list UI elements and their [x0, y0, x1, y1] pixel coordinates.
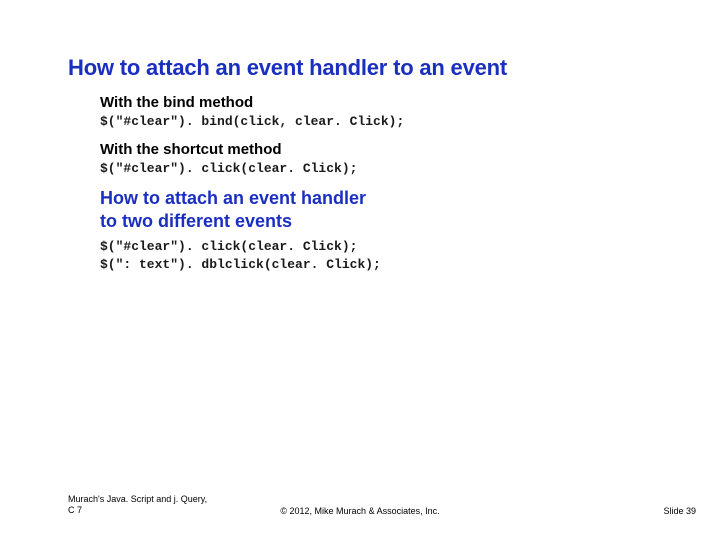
section-two-events-heading: How to attach an event handler to two di…: [100, 187, 660, 232]
code-bind-method: $("#clear"). bind(click, clear. Click);: [100, 113, 660, 131]
code-two-events-line2: $(": text"). dblclick(clear. Click);: [100, 257, 381, 272]
footer-left-line2: C 7: [68, 505, 82, 515]
footer-center: © 2012, Mike Murach & Associates, Inc.: [280, 506, 439, 516]
code-two-events: $("#clear"). click(clear. Click); $(": t…: [100, 238, 660, 273]
code-shortcut-method: $("#clear"). click(clear. Click);: [100, 160, 660, 178]
section-two-line2: to two different events: [100, 211, 292, 231]
code-two-events-line1: $("#clear"). click(clear. Click);: [100, 239, 357, 254]
slide: How to attach an event handler to an eve…: [0, 0, 720, 540]
footer-right: Slide 39: [663, 506, 696, 516]
footer: Murach's Java. Script and j. Query, C 7 …: [0, 488, 720, 516]
slide-content: With the bind method $("#clear"). bind(c…: [100, 94, 660, 283]
footer-left: Murach's Java. Script and j. Query, C 7: [68, 494, 207, 517]
section-two-line1: How to attach an event handler: [100, 188, 366, 208]
slide-title: How to attach an event handler to an eve…: [68, 55, 507, 81]
subheading-bind-method: With the bind method: [100, 94, 660, 111]
footer-left-line1: Murach's Java. Script and j. Query,: [68, 494, 207, 504]
subheading-shortcut-method: With the shortcut method: [100, 141, 660, 158]
